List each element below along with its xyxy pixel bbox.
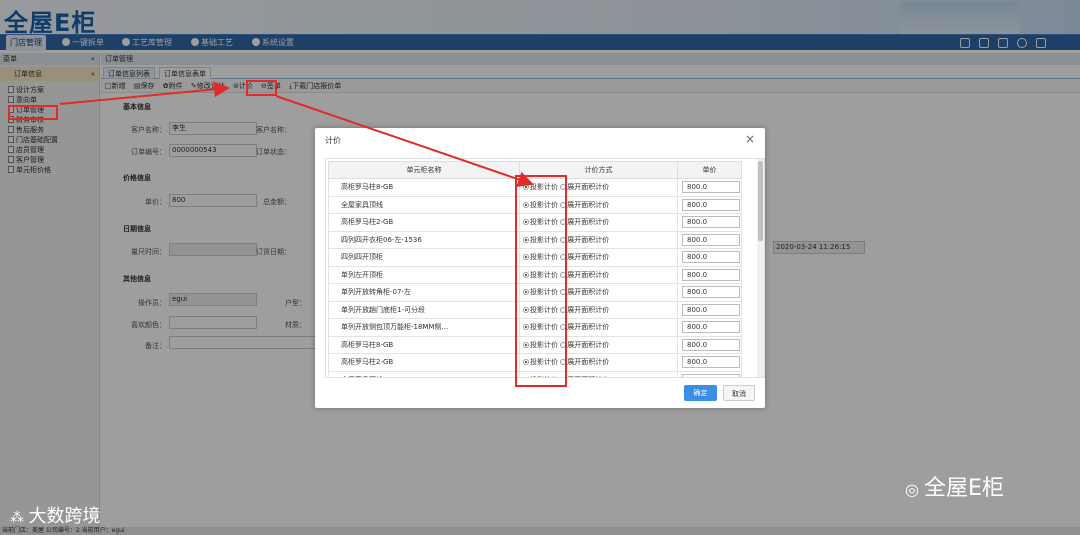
watermark-left: ⁂ 大数跨境 bbox=[10, 506, 101, 527]
annotation-arrows bbox=[59, 81, 534, 188]
watermark-right: ◎ 全屋E柜 bbox=[905, 476, 1004, 501]
